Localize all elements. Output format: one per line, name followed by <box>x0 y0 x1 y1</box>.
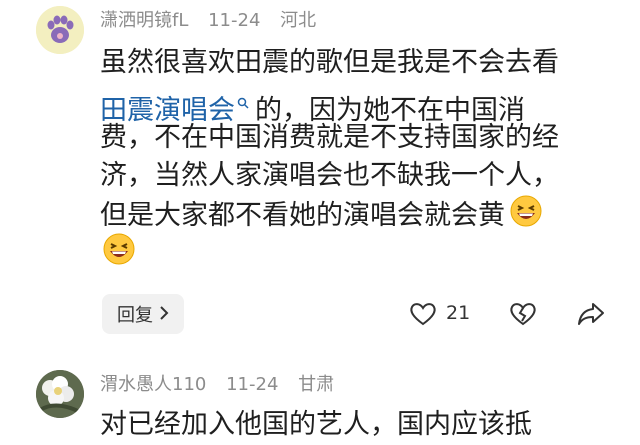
username[interactable]: 潇洒明镜fL <box>100 10 188 31</box>
grinning-squinting-face-emoji-icon <box>509 194 543 239</box>
comment-location: 甘肃 <box>298 374 335 395</box>
comment-feed: 潇洒明镜fL 11-24 河北 虽然很喜欢田震的歌但是我是不会去看 田震演唱会的… <box>0 0 640 445</box>
avatar[interactable] <box>36 6 84 54</box>
comment-meta: 渭水愚人110 11-24 甘肃 <box>100 374 348 396</box>
comment-line: 田震演唱会 的，因为她不在中国消 <box>100 82 620 126</box>
comment-line: 但是大家都不看她的演唱会就会黄 <box>100 194 620 232</box>
paw-avatar-icon <box>36 6 84 54</box>
comment-line-text: 但是大家都不看她的演唱会就会黄 <box>100 199 505 231</box>
grinning-squinting-face-emoji-icon <box>102 232 136 277</box>
like-count: 21 <box>446 302 471 324</box>
comment-date: 11-24 <box>208 10 261 31</box>
reply-label: 回复 <box>117 305 153 326</box>
heart-icon[interactable] <box>408 298 438 332</box>
comment-meta: 潇洒明镜fL 11-24 河北 <box>100 10 330 32</box>
comment-line: 济，当然人家演唱会也不缺我一个人， <box>100 159 559 191</box>
share-arrow-icon[interactable] <box>576 298 606 332</box>
comment-date: 11-24 <box>226 374 279 395</box>
comment-location: 河北 <box>280 10 317 31</box>
username[interactable]: 渭水愚人110 <box>100 374 206 395</box>
comment-line: 费，不在中国消费就是不支持国家的经 <box>100 122 559 153</box>
comment-body: 虽然很喜欢田震的歌但是我是不会去看 田震演唱会 的，因为她不在中国消 费，不在中国… <box>100 44 620 269</box>
chevron-right-icon <box>159 304 169 325</box>
search-icon[interactable] <box>237 82 249 120</box>
comment-body: 对已经加入他国的艺人，国内应该抵 <box>100 409 532 440</box>
comment-line: 虽然很喜欢田震的歌但是我是不会去看 <box>100 47 559 78</box>
broken-heart-icon[interactable] <box>508 298 538 332</box>
reply-button[interactable]: 回复 <box>102 294 184 334</box>
avatar[interactable] <box>36 370 84 418</box>
flower-photo-avatar-icon <box>36 370 84 418</box>
